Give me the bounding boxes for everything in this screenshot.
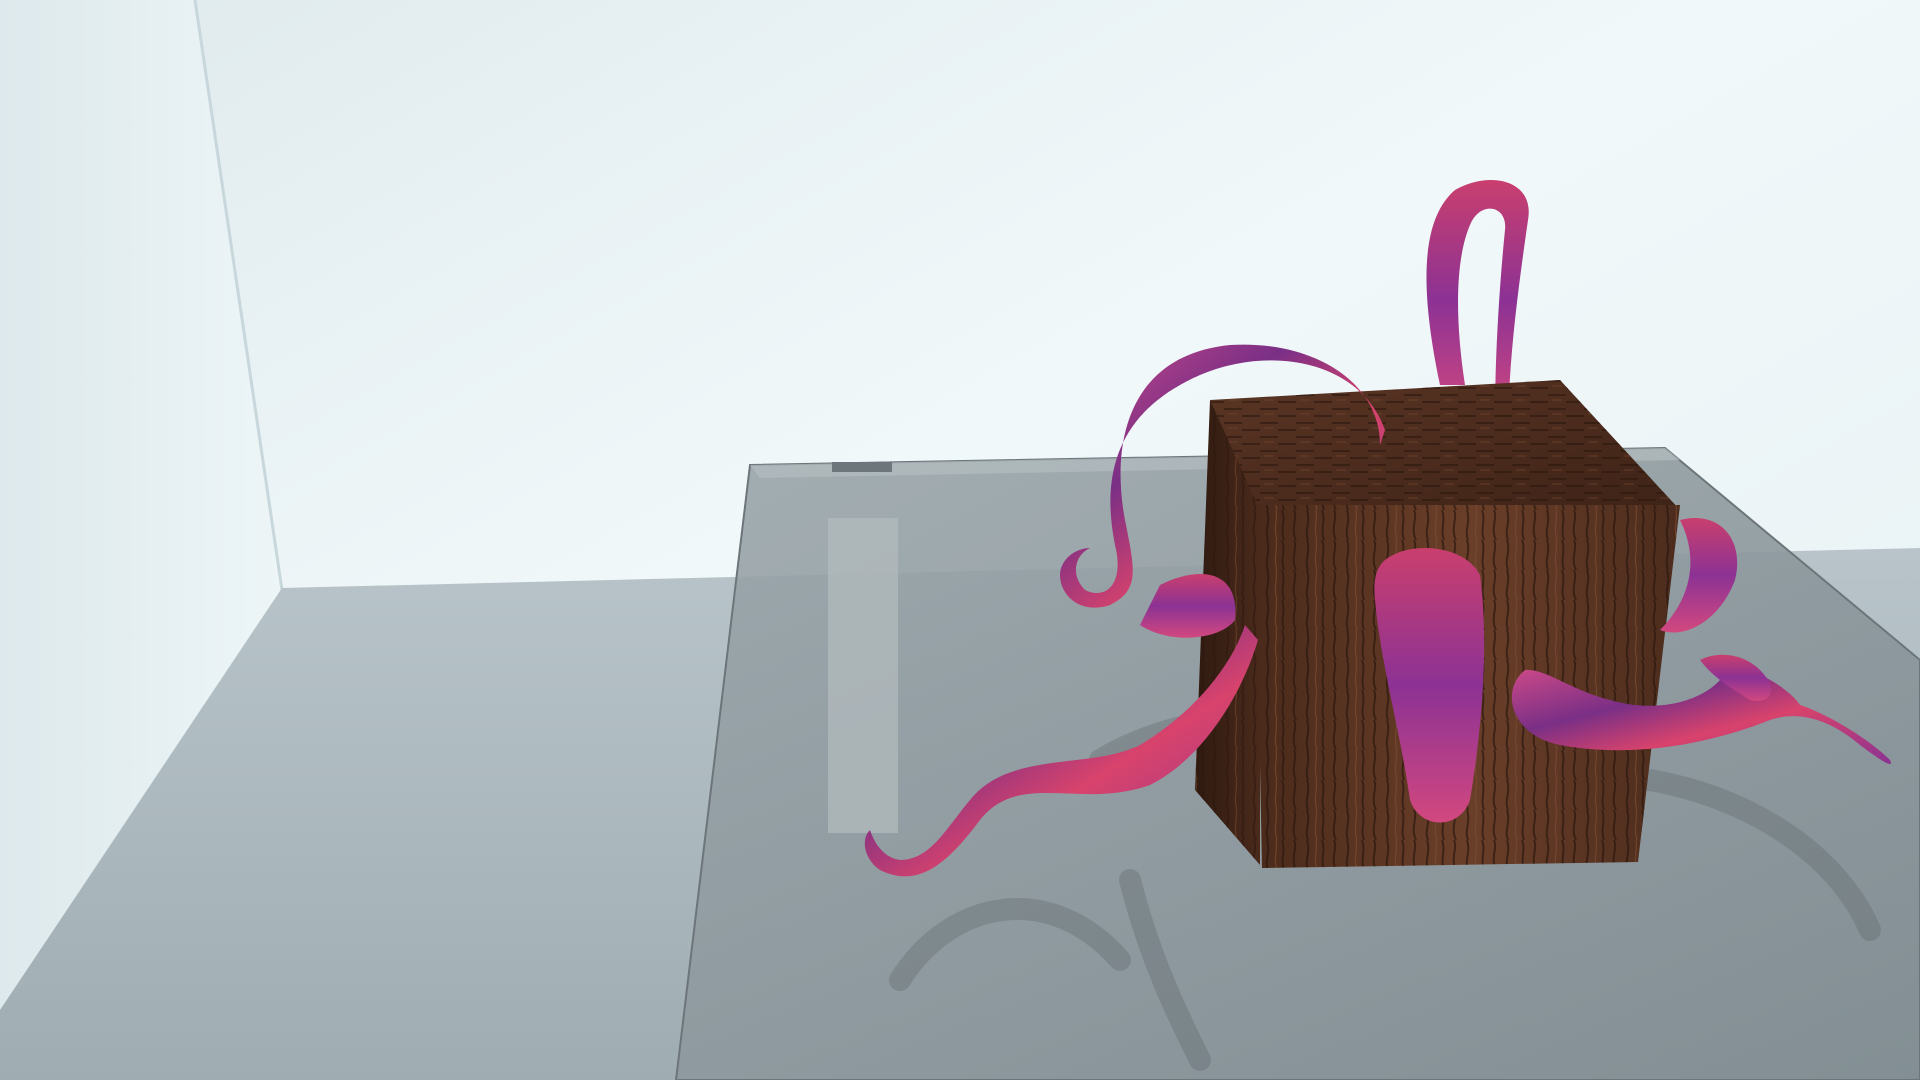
render-viewport xyxy=(0,0,1920,1080)
table-leg-top xyxy=(832,462,892,472)
scene-canvas xyxy=(0,0,1920,1080)
table-leg-reflection xyxy=(828,518,898,833)
